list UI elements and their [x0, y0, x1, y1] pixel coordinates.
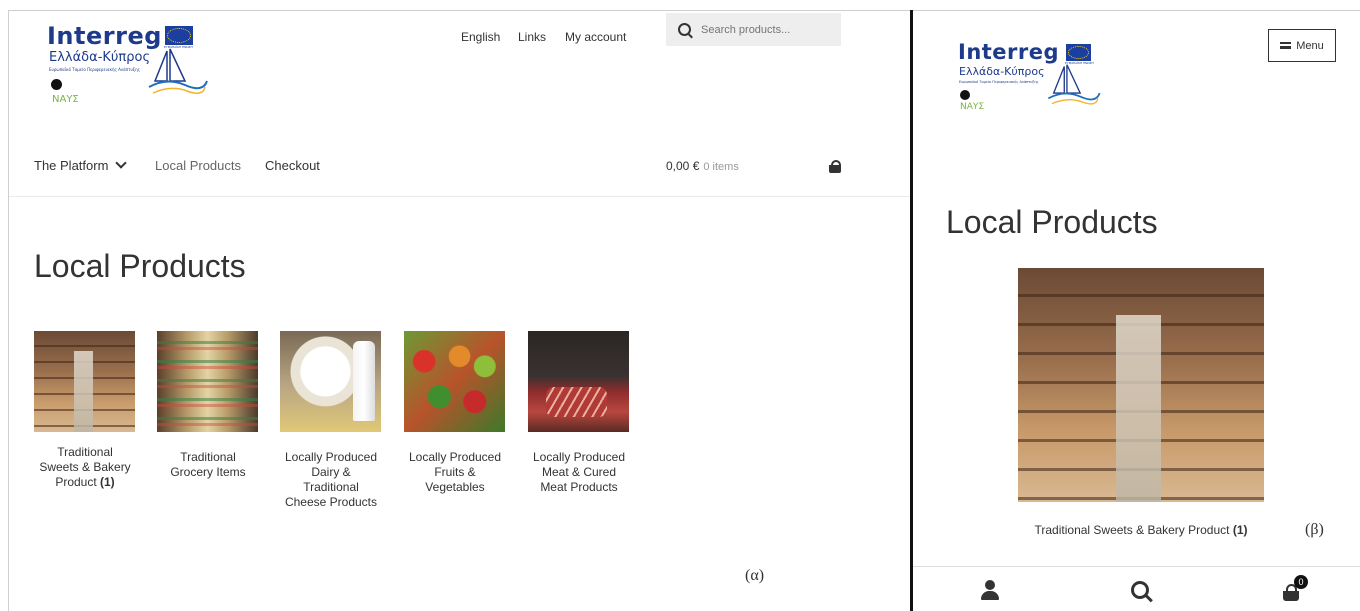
basket-icon[interactable] [829, 160, 841, 173]
nav-item-checkout[interactable]: Checkout [265, 158, 320, 173]
user-icon[interactable] [980, 580, 1000, 600]
search-box[interactable] [666, 13, 843, 46]
nav-divider [9, 196, 910, 197]
category-image-meat[interactable] [528, 331, 629, 432]
links-link[interactable]: Links [518, 30, 546, 44]
category-image-dairy[interactable] [280, 331, 381, 432]
logo-subtitle: Ελλάδα-Κύπρος [959, 65, 1045, 78]
logo-subtitle: Ελλάδα-Κύπρος [49, 50, 151, 65]
category-image-grocery[interactable] [157, 331, 258, 432]
category-count: (1) [1232, 523, 1248, 537]
category-image-bakery[interactable] [1018, 268, 1264, 502]
logo-word: Interreg [958, 40, 1060, 64]
menu-button-label: Menu [1296, 39, 1324, 52]
figure-label-beta: (β) [1305, 521, 1324, 538]
sailboat-icon [1047, 64, 1101, 105]
eu-flag-icon [165, 26, 193, 45]
sailboat-icon [148, 48, 208, 94]
nav-item-local-products[interactable]: Local Products [155, 158, 241, 173]
nays-emblem-icon [51, 79, 62, 90]
category-card-fruits-vegetables[interactable]: Locally Produced Fruits & Vegetables [404, 331, 506, 494]
logo-program: ΝΑΥΣ [52, 94, 79, 105]
my-account-link[interactable]: My account [565, 30, 626, 44]
category-card-grocery[interactable]: Traditional Grocery Items [157, 331, 259, 479]
logo-tagline: Ευρωπαϊκό Ταμείο Περιφερειακής Ανάπτυξης [49, 67, 140, 72]
page-title: Local Products [34, 248, 246, 284]
nays-emblem-icon [960, 90, 970, 100]
logo-program: ΝΑΥΣ [960, 102, 985, 112]
category-card-dairy-cheese[interactable]: Locally Produced Dairy & Traditional Che… [280, 331, 382, 509]
hamburger-icon [1280, 42, 1292, 49]
category-count: (1) [100, 475, 115, 489]
header-cart[interactable]: 0,00 €0 items [666, 159, 739, 173]
category-image-bakery[interactable] [34, 331, 135, 432]
category-label[interactable]: Traditional Grocery Items [147, 450, 269, 480]
figure-label-alpha: (α) [745, 567, 765, 584]
chevron-down-icon [115, 157, 128, 169]
search-icon [678, 23, 691, 36]
nav-item-platform-label: The Platform [34, 158, 109, 173]
search-icon[interactable] [1131, 581, 1149, 599]
page-title: Local Products [946, 204, 1158, 240]
site-logo-mobile[interactable]: Interreg ΕΥΡΩΠΑΪΚΗ ΕΝΩΣΗ Ελλάδα-Κύπρος Ε… [958, 41, 1103, 121]
mobile-view: Interreg ΕΥΡΩΠΑΪΚΗ ΕΝΩΣΗ Ελλάδα-Κύπρος Ε… [913, 11, 1360, 611]
category-label[interactable]: Locally Produced Fruits & Vegetables [394, 450, 516, 495]
cart-icon[interactable] [1283, 584, 1299, 601]
cart-total-amount: 0,00 € [666, 159, 700, 173]
cart-count-badge: 0 [1294, 575, 1308, 589]
category-card-sweets-bakery[interactable]: Traditional Sweets & Bakery Product (1) [34, 331, 136, 489]
mobile-bottom-bar: 0 [913, 567, 1360, 611]
logo-tagline: Ευρωπαϊκό Ταμείο Περιφερειακής Ανάπτυξης [959, 80, 1039, 84]
eu-flag-icon [1066, 44, 1091, 61]
search-input[interactable] [699, 22, 843, 37]
cart-item-count: 0 items [703, 161, 739, 173]
category-image-fruits[interactable] [404, 331, 505, 432]
category-label[interactable]: Traditional Sweets & Bakery Product (1) [1008, 523, 1274, 537]
menu-button[interactable]: Menu [1268, 29, 1336, 62]
desktop-view: Interreg ΕΥΡΩΠΑΪΚΗ ΕΝΩΣΗ Ελλάδα-Κύπρος Ε… [9, 11, 910, 611]
language-link[interactable]: English [461, 30, 500, 44]
nav-item-platform[interactable]: The Platform [34, 157, 128, 173]
category-label[interactable]: Traditional Sweets & Bakery Product (1) [24, 445, 146, 490]
category-label[interactable]: Locally Produced Dairy & Traditional Che… [270, 450, 392, 510]
site-logo[interactable]: Interreg ΕΥΡΩΠΑΪΚΗ ΕΝΩΣΗ Ελλάδα-Κύπρος Ε… [47, 23, 212, 113]
logo-word: Interreg [47, 22, 162, 50]
category-card-meat[interactable]: Locally Produced Meat & Cured Meat Produ… [528, 331, 630, 494]
category-label[interactable]: Locally Produced Meat & Cured Meat Produ… [518, 450, 640, 495]
